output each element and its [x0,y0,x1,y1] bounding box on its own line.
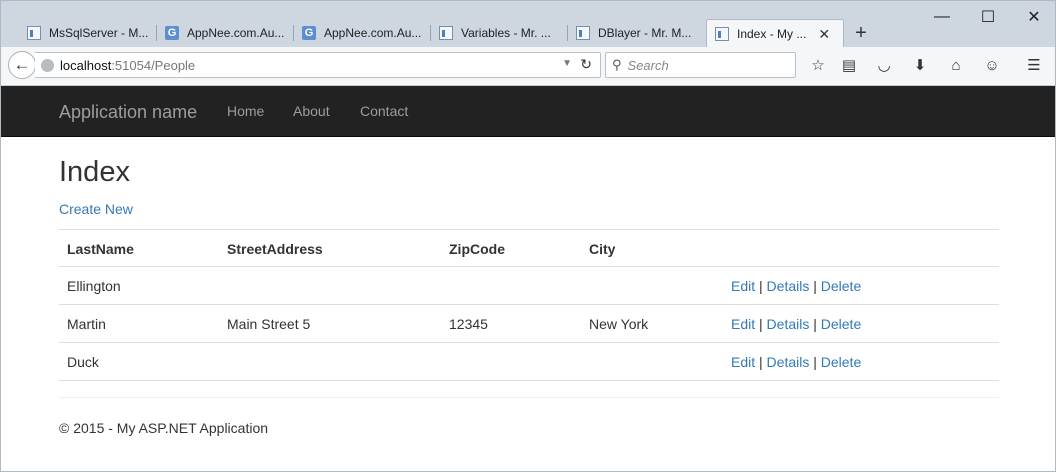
back-arrow-icon: ← [13,55,31,74]
nav-contact[interactable]: Contact [360,103,408,119]
row-actions: Edit | Details | Delete [731,316,861,332]
edit-link[interactable]: Edit [731,278,755,294]
download-icon[interactable]: ⬇ [908,53,932,77]
minimize-button[interactable]: — [919,1,965,33]
browser-tab[interactable]: DBlayer - Mr. M... [568,19,706,47]
details-link[interactable]: Details [767,354,810,370]
app-navbar: Application name Home About Contact [1,86,1055,137]
table-row: Martin Main Street 5 12345 New York Edit… [59,305,999,343]
search-field[interactable]: ⚲ Search [605,52,796,78]
page-title: Index [59,156,130,188]
pocket-icon[interactable]: ◡ [872,53,896,77]
footer-divider [59,397,999,398]
edit-link[interactable]: Edit [731,316,755,332]
separator: | [813,278,817,294]
maximize-button[interactable]: ☐ [965,1,1011,33]
document-icon [715,27,729,41]
tab-label: AppNee.com.Au... [324,26,422,40]
cell-last-name: Duck [67,354,99,370]
brand-link[interactable]: Application name [59,102,197,123]
reading-list-icon[interactable]: ▤ [837,53,861,77]
cell-street: Main Street 5 [227,316,311,332]
tab-strip: — ☐ ✕ MsSqlServer - M... G AppNee.com.Au… [1,1,1055,48]
footer-text: © 2015 - My ASP.NET Application [59,420,269,436]
close-window-button[interactable]: ✕ [1011,1,1055,33]
column-header: LastName [67,241,134,257]
details-link[interactable]: Details [767,278,810,294]
details-link[interactable]: Details [767,316,810,332]
globe-icon [41,58,54,72]
column-header: ZipCode [449,241,505,257]
nav-toolbar: ← localhost:51054/People ▼ ↻ ⚲ Search ☆ … [1,47,1055,86]
table-header: LastName StreetAddress ZipCode City [59,230,999,267]
browser-tab-active[interactable]: Index - My ... ✕ [706,19,844,48]
table-row: Duck Edit | Details | Delete [59,343,999,381]
url-path: :51054/People [111,57,196,73]
tab-label: AppNee.com.Au... [187,26,285,40]
g-icon: G [165,26,179,40]
separator: | [813,354,817,370]
cell-zip: 12345 [449,316,488,332]
document-icon [27,26,41,40]
separator: | [759,316,763,332]
browser-window: — ☐ ✕ MsSqlServer - M... G AppNee.com.Au… [0,0,1056,472]
edit-link[interactable]: Edit [731,354,755,370]
url-bar[interactable]: localhost:51054/People ▼ ↻ [35,52,601,78]
column-header: StreetAddress [227,241,323,257]
bookmark-star-icon[interactable]: ☆ [806,53,830,77]
history-dropdown-icon[interactable]: ▼ [562,58,572,69]
row-actions: Edit | Details | Delete [731,278,861,294]
delete-link[interactable]: Delete [821,316,861,332]
column-header: City [589,241,616,257]
smiley-icon[interactable]: ☺ [980,53,1004,77]
search-placeholder: Search [627,57,669,73]
separator: | [759,354,763,370]
search-icon: ⚲ [612,57,622,72]
document-icon [439,26,453,40]
cell-last-name: Martin [67,316,106,332]
people-table: LastName StreetAddress ZipCode City Elli… [59,229,999,381]
browser-tab[interactable]: MsSqlServer - M... [19,19,157,47]
delete-link[interactable]: Delete [821,354,861,370]
reload-icon[interactable]: ↻ [580,56,592,73]
document-icon [576,26,590,40]
g-icon: G [302,26,316,40]
row-actions: Edit | Details | Delete [731,354,861,370]
home-icon[interactable]: ⌂ [944,53,968,77]
create-new-link[interactable]: Create New [59,201,133,217]
cell-last-name: Ellington [67,278,121,294]
tab-label: Variables - Mr. ... [461,26,551,40]
cell-city: New York [589,316,649,332]
new-tab-button[interactable]: + [849,21,873,45]
close-tab-icon[interactable]: ✕ [818,26,830,43]
table-row: Ellington Edit | Details | Delete [59,267,999,305]
back-button[interactable]: ← [8,51,36,79]
tab-label: MsSqlServer - M... [49,26,149,40]
browser-tab[interactable]: Variables - Mr. ... [431,19,568,47]
delete-link[interactable]: Delete [821,278,861,294]
menu-icon[interactable]: ☰ [1022,53,1046,77]
web-page: Application name Home About Contact Inde… [1,86,1055,471]
browser-tab[interactable]: G AppNee.com.Au... [157,19,294,47]
browser-tab[interactable]: G AppNee.com.Au... [294,19,431,47]
separator: | [759,278,763,294]
tab-label: DBlayer - Mr. M... [598,26,692,40]
nav-about[interactable]: About [293,103,330,119]
tab-label: Index - My ... [737,27,807,41]
separator: | [813,316,817,332]
url-host: localhost [60,57,112,73]
nav-home[interactable]: Home [227,103,264,119]
